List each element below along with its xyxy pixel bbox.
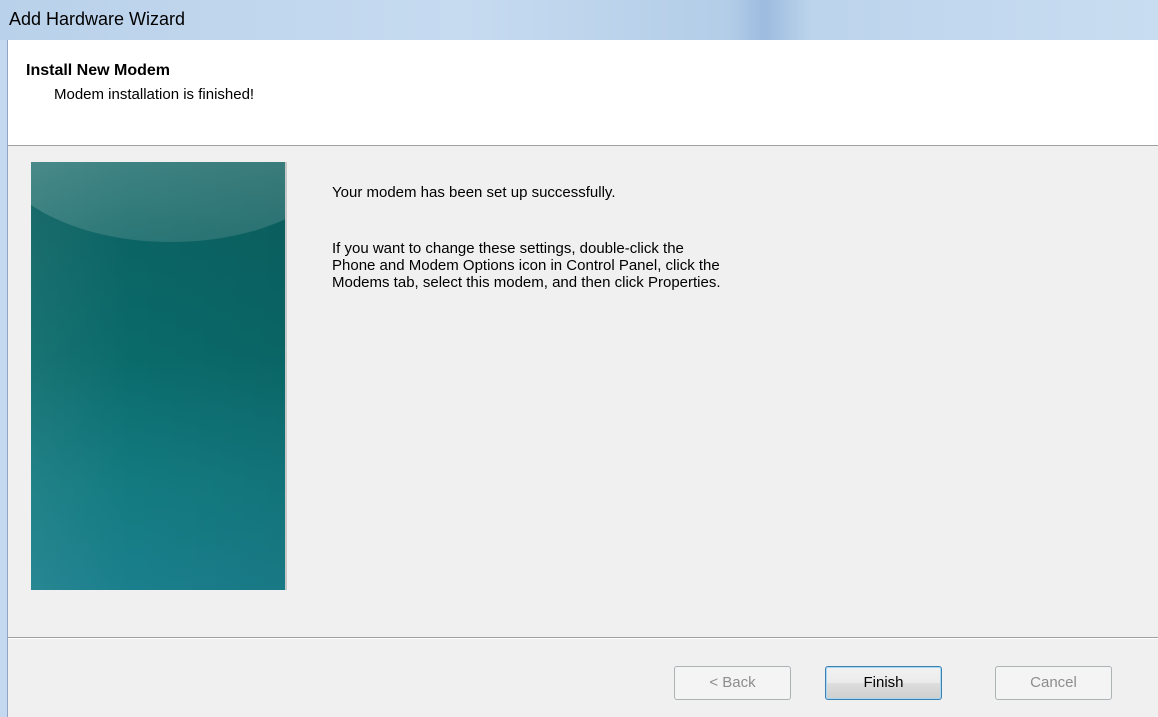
button-divider <box>8 637 1158 639</box>
cancel-button[interactable]: Cancel <box>995 666 1112 700</box>
success-message: Your modem has been set up successfully. <box>332 184 616 201</box>
wizard-window: Add Hardware Wizard Install New Modem Mo… <box>0 0 1158 717</box>
window-title: Add Hardware Wizard <box>9 9 186 29</box>
banner-shine <box>31 162 285 590</box>
page-subtitle: Modem installation is finished! <box>54 86 255 103</box>
page-title: Install New Modem <box>26 62 171 79</box>
window-frame <box>0 40 8 717</box>
back-button[interactable]: < Back <box>674 666 791 700</box>
instructions-text: If you want to change these settings, do… <box>332 240 721 291</box>
title-bar[interactable]: Add Hardware Wizard <box>0 0 1158 40</box>
wizard-banner-image <box>31 162 285 590</box>
wizard-content: Your modem has been set up successfully.… <box>332 184 1032 291</box>
wizard-header: Install New Modem Modem installation is … <box>8 40 1158 146</box>
finish-button[interactable]: Finish <box>825 666 942 700</box>
